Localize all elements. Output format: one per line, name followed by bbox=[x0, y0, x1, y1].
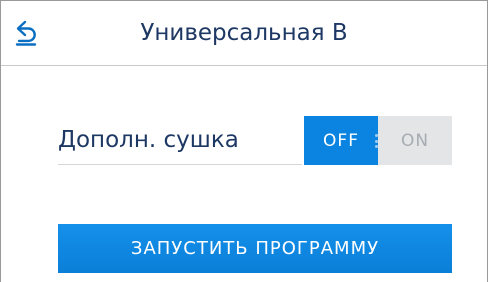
toggle-off-option[interactable]: OFF bbox=[304, 116, 378, 165]
back-arrow-icon bbox=[15, 20, 37, 46]
extra-drying-row: Дополн. сушка OFF ON bbox=[58, 115, 452, 165]
page-title: Универсальная B bbox=[140, 20, 348, 46]
toggle-grip-icon bbox=[375, 134, 378, 148]
toggle-on-option[interactable]: ON bbox=[378, 116, 452, 165]
extra-drying-toggle[interactable]: OFF ON bbox=[304, 116, 452, 165]
back-button[interactable] bbox=[9, 15, 45, 51]
header-bar: Универсальная B bbox=[1, 1, 487, 66]
start-program-button[interactable]: ЗАПУСТИТЬ ПРОГРАММУ bbox=[58, 224, 452, 273]
extra-drying-label: Дополн. сушка bbox=[58, 115, 302, 165]
